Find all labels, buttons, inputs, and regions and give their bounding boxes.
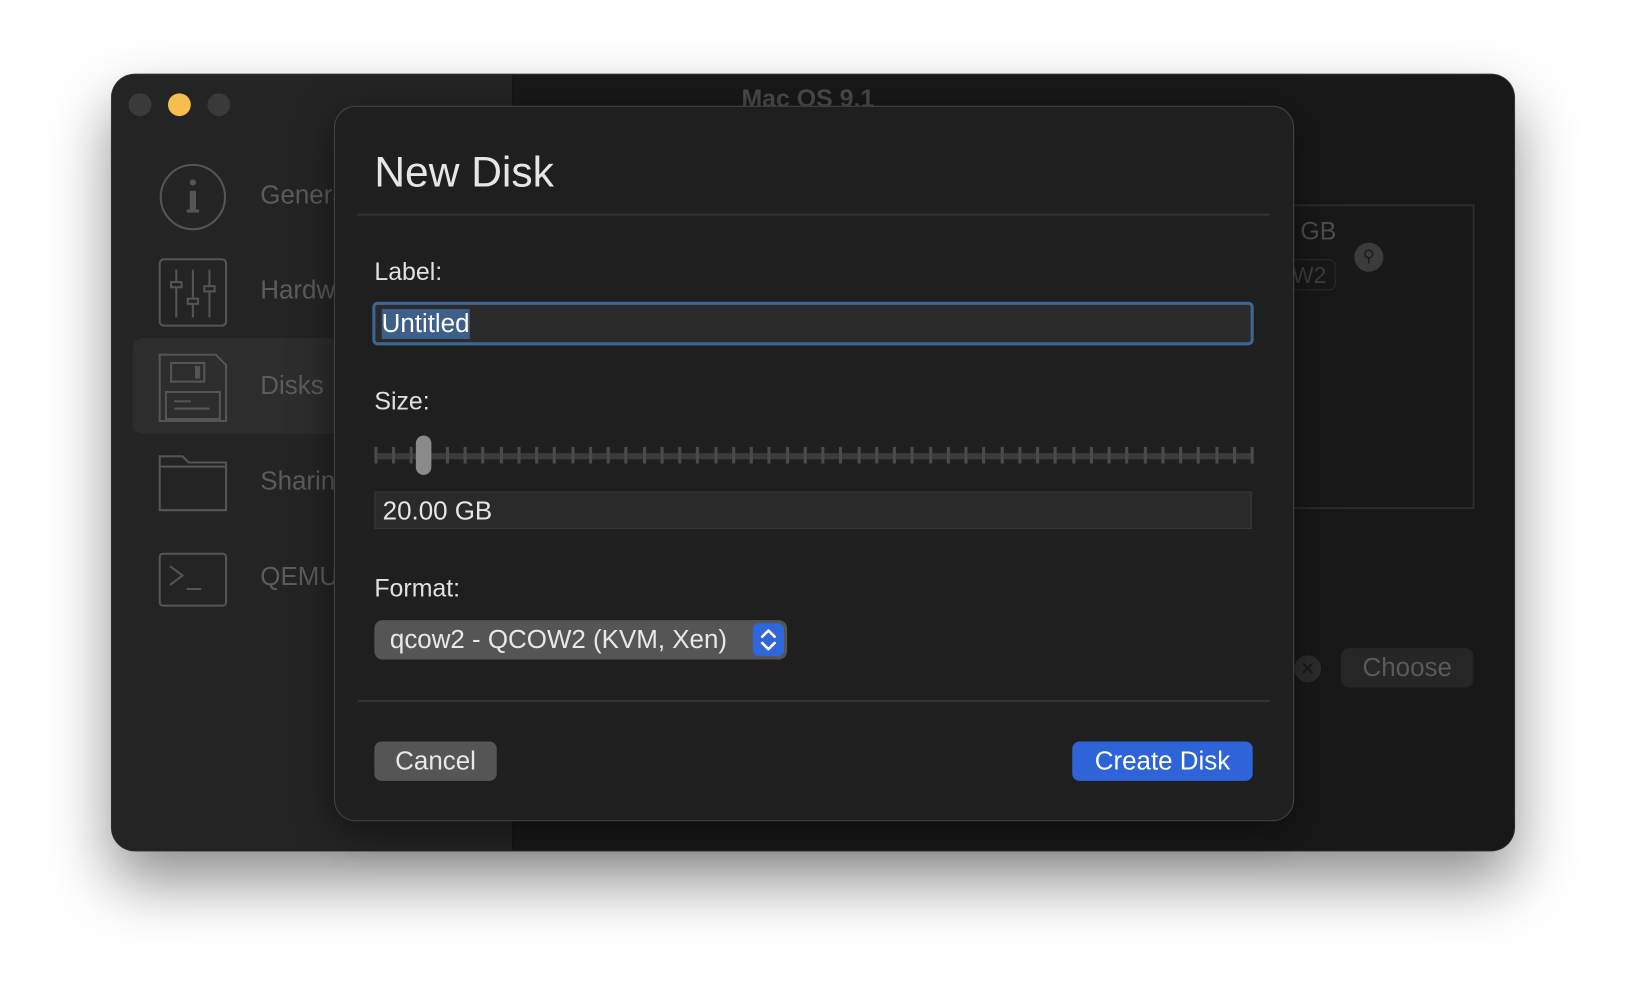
- slider-tick: [1196, 446, 1201, 464]
- sidebar-item-label: QEMU: [260, 562, 339, 592]
- slider-tick: [410, 446, 414, 464]
- sidebar-item-label: Disks: [260, 371, 324, 401]
- format-select-value: qcow2 - QCOW2 (KVM, Xen): [389, 625, 728, 655]
- folder-icon: [158, 455, 228, 512]
- zoom-window-button[interactable]: [207, 93, 231, 117]
- label-input[interactable]: [372, 301, 1254, 346]
- size-field[interactable]: 20.00 GB: [374, 491, 1252, 529]
- slider-tick: [910, 446, 914, 464]
- slider-tick: [392, 446, 396, 464]
- create-disk-button[interactable]: Create Disk: [1072, 741, 1253, 781]
- slider-tick: [839, 446, 843, 464]
- slider-tick: [1161, 446, 1165, 464]
- slider-tick: [732, 446, 736, 464]
- slider-tick: [535, 446, 539, 464]
- slider-tick: [1143, 446, 1147, 464]
- search-icon[interactable]: ⚲: [1354, 242, 1384, 272]
- choose-button[interactable]: Choose: [1340, 648, 1474, 688]
- slider-tick: [785, 446, 789, 464]
- slider-tick: [767, 446, 771, 464]
- slider-tick: [1250, 446, 1254, 464]
- divider: [357, 213, 1271, 216]
- slider-tick: [624, 446, 628, 464]
- slider-tick: [463, 446, 467, 464]
- size-caption: Size:: [374, 387, 430, 416]
- slider-tick: [606, 446, 610, 464]
- slider-tick: [1000, 446, 1004, 464]
- slider-tick: [517, 446, 521, 464]
- slider-tick: [1179, 446, 1183, 464]
- disk-size-text: GB: [1300, 217, 1337, 246]
- slider-tick: [1018, 446, 1022, 464]
- slider-tick: [696, 446, 700, 464]
- dialog-title: New Disk: [374, 148, 554, 196]
- slider-track: [374, 453, 1254, 460]
- slider-tick: [803, 446, 807, 464]
- slider-tick: [553, 446, 557, 464]
- slider-thumb[interactable]: [415, 435, 432, 475]
- label-caption: Label:: [374, 258, 443, 287]
- slider-tick: [1214, 446, 1218, 464]
- clear-icon[interactable]: ✕: [1294, 655, 1322, 683]
- info-icon: [159, 163, 227, 231]
- format-select[interactable]: qcow2 - QCOW2 (KVM, Xen): [374, 620, 788, 660]
- slider-tick: [445, 446, 449, 464]
- sliders-icon: [158, 258, 228, 327]
- slider-tick: [1053, 446, 1058, 464]
- slider-tick: [642, 446, 646, 464]
- slider-tick: [374, 446, 378, 464]
- minimize-window-button[interactable]: [167, 93, 191, 117]
- slider-tick: [928, 446, 932, 464]
- slider-tick: [1232, 446, 1236, 464]
- slider-tick: [1071, 446, 1075, 464]
- terminal-icon: [158, 552, 228, 607]
- new-disk-dialog: New Disk Label: Size: 20.00 GB Format: q…: [334, 106, 1294, 821]
- cancel-button[interactable]: Cancel: [374, 741, 497, 781]
- size-slider[interactable]: [374, 433, 1254, 475]
- slider-tick: [481, 446, 485, 464]
- slider-tick: [1036, 446, 1040, 464]
- slider-tick: [1107, 446, 1111, 464]
- close-window-button[interactable]: [128, 93, 152, 117]
- slider-tick: [1089, 446, 1093, 464]
- divider: [357, 699, 1271, 703]
- chevron-up-down-icon: [752, 623, 784, 657]
- slider-tick: [660, 446, 664, 464]
- slider-tick: [875, 446, 879, 464]
- slider-tick: [982, 446, 986, 464]
- slider-tick: [892, 446, 897, 464]
- slider-tick: [964, 446, 968, 464]
- slider-tick: [499, 446, 503, 464]
- slider-tick: [571, 446, 575, 464]
- slider-tick: [714, 446, 718, 464]
- slider-tick: [857, 446, 861, 464]
- floppy-disk-icon: [158, 353, 228, 423]
- format-caption: Format:: [374, 574, 461, 603]
- slider-tick: [1125, 446, 1129, 464]
- slider-tick: [588, 446, 593, 464]
- slider-tick: [678, 446, 682, 464]
- slider-tick: [749, 446, 754, 464]
- slider-tick: [946, 446, 950, 464]
- slider-tick: [821, 446, 825, 464]
